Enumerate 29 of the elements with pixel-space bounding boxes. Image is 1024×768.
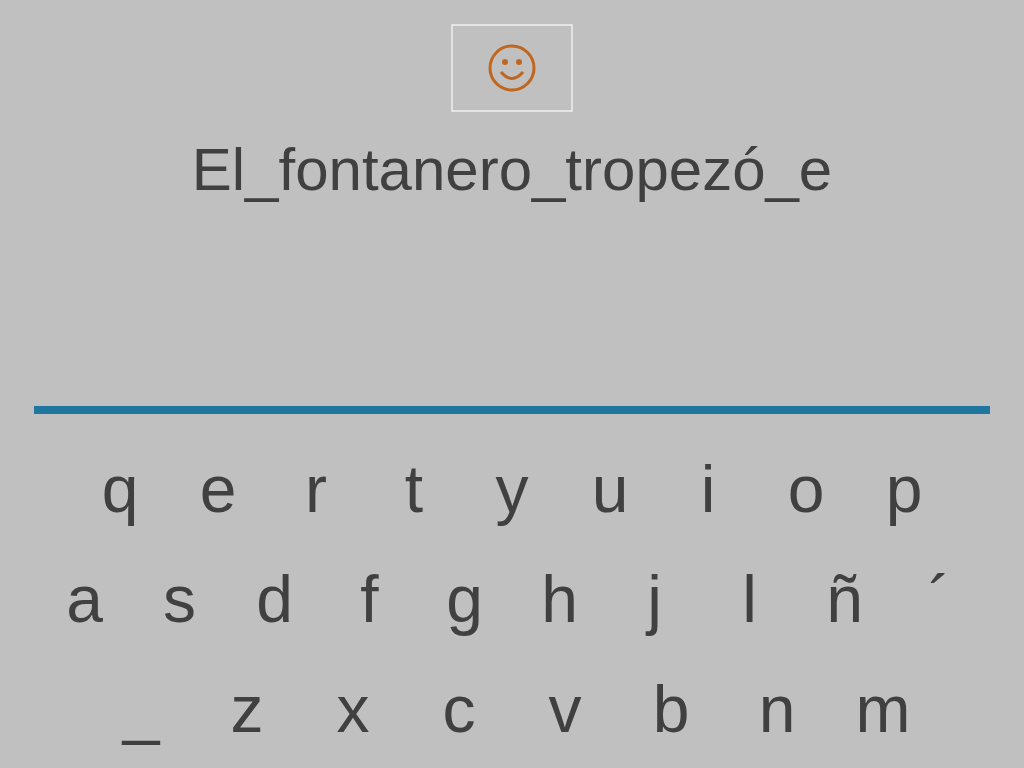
key-button[interactable]: c (406, 661, 512, 757)
key-button[interactable]: n (724, 661, 830, 757)
key-button[interactable]: m (830, 661, 936, 757)
key-button[interactable]: e (169, 441, 267, 537)
key-button[interactable]: j (607, 551, 702, 647)
key-button[interactable]: b (618, 661, 724, 757)
key-button[interactable]: i (659, 441, 757, 537)
key-button[interactable]: y (463, 441, 561, 537)
key-button[interactable]: v (512, 661, 618, 757)
key-button[interactable]: o (757, 441, 855, 537)
key-button[interactable]: a (37, 551, 132, 647)
key-button[interactable]: h (512, 551, 607, 647)
key-button[interactable]: r (267, 441, 365, 537)
key-button[interactable]: g (417, 551, 512, 647)
key-button[interactable]: ñ (797, 551, 892, 647)
sentence-text: El_fontanero_tropezó_e (191, 135, 833, 205)
key-button[interactable]: p (855, 441, 953, 537)
key-button[interactable]: z (194, 661, 300, 757)
key-button[interactable]: f (322, 551, 417, 647)
key-button[interactable]: x (300, 661, 406, 757)
key-button[interactable]: ´ (892, 551, 987, 647)
key-button[interactable]: t (365, 441, 463, 537)
key-button[interactable]: q (71, 441, 169, 537)
key-button[interactable]: _ (88, 661, 194, 757)
key-button[interactable]: d (227, 551, 322, 647)
key-button[interactable]: l (702, 551, 797, 647)
key-button[interactable]: u (561, 441, 659, 537)
key-button[interactable]: s (132, 551, 227, 647)
smiley-icon (487, 43, 537, 93)
